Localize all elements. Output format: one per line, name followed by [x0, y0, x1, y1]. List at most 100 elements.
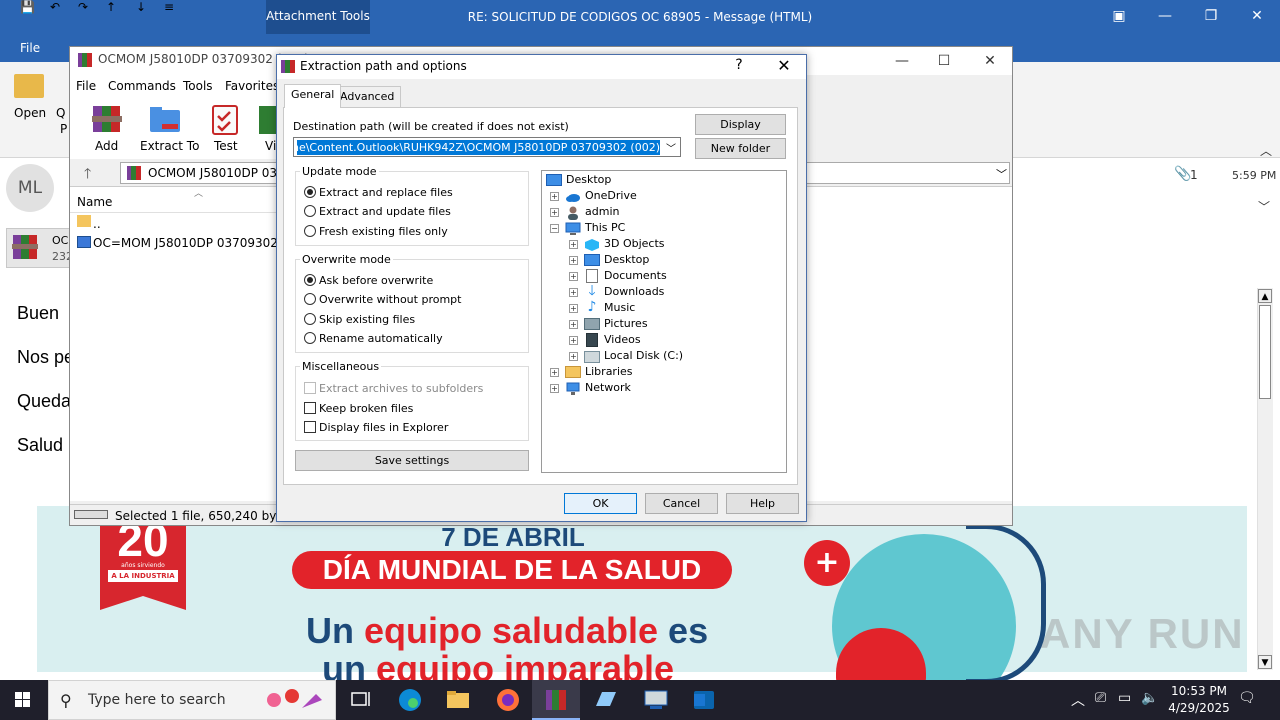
view-button-label[interactable]: Vi [265, 139, 276, 153]
customize-qat-icon[interactable]: ≡ [164, 0, 174, 14]
option-rename-auto[interactable]: Rename automatically [319, 332, 443, 345]
option-overwrite-no-prompt[interactable]: Overwrite without prompt [319, 293, 461, 306]
expand-documents-icon[interactable]: + [569, 272, 578, 281]
path-dropdown-chevron-icon[interactable]: ﹀ [996, 166, 1007, 182]
dialog-help-icon[interactable]: ? [729, 57, 749, 73]
network-tray-icon[interactable]: ▭ [1118, 690, 1131, 706]
winrar-menu-file[interactable]: File [76, 79, 96, 93]
ribbon-display-options-icon[interactable]: ▣ [1096, 0, 1142, 34]
column-header-name[interactable]: Name [77, 195, 112, 209]
tab-general[interactable]: General [284, 84, 342, 108]
tab-advanced[interactable]: Advanced [333, 86, 402, 107]
extract-to-folder-icon[interactable] [148, 102, 182, 136]
save-icon[interactable]: 💾 [20, 0, 35, 14]
tree-item-this-pc[interactable]: This PC [585, 221, 625, 234]
attachment-tools-tab[interactable]: Attachment Tools [266, 0, 370, 34]
notepad-icon[interactable] [582, 680, 630, 720]
expand-3d-objects-icon[interactable]: + [569, 240, 578, 249]
expand-downloads-icon[interactable]: + [569, 288, 578, 297]
volume-icon[interactable]: 🔈 [1141, 690, 1158, 706]
expand-videos-icon[interactable]: + [569, 336, 578, 345]
up-one-level-icon[interactable]: 🡑 [84, 163, 91, 187]
option-fresh-existing[interactable]: Fresh existing files only [319, 225, 448, 238]
dialog-close-button[interactable]: ✕ [772, 56, 796, 75]
add-archive-icon[interactable] [90, 102, 124, 136]
tree-item-downloads[interactable]: Downloads [604, 285, 664, 298]
ok-button[interactable]: OK [564, 493, 637, 514]
tree-item-pictures[interactable]: Pictures [604, 317, 648, 330]
outlook-taskbar-icon[interactable] [680, 680, 728, 720]
expand-admin-icon[interactable]: + [550, 208, 559, 217]
notifications-icon[interactable]: 🗨 [1238, 690, 1256, 706]
radio-fresh-existing[interactable] [304, 225, 316, 237]
destination-dropdown-chevron-icon[interactable]: ﹀ [666, 140, 676, 155]
option-display-in-explorer[interactable]: Display files in Explorer [319, 421, 448, 434]
tree-item-music[interactable]: Music [604, 301, 635, 314]
cancel-button[interactable]: Cancel [645, 493, 718, 514]
expand-music-icon[interactable]: + [569, 304, 578, 313]
firefox-icon[interactable] [484, 680, 532, 720]
up-arrow-icon[interactable]: ↑ [106, 0, 116, 14]
close-button[interactable]: ✕ [1234, 0, 1280, 34]
test-button-label[interactable]: Test [214, 139, 238, 153]
redo-icon[interactable]: ↷ [78, 0, 88, 14]
winrar-maximize-button[interactable]: ☐ [924, 50, 964, 72]
option-keep-broken[interactable]: Keep broken files [319, 402, 413, 415]
radio-rename-auto[interactable] [304, 332, 316, 344]
expand-onedrive-icon[interactable]: + [550, 192, 559, 201]
checkbox-keep-broken[interactable] [304, 402, 316, 414]
maximize-button[interactable]: ❐ [1188, 0, 1234, 34]
tree-item-documents[interactable]: Documents [604, 269, 667, 282]
expand-header-icon[interactable]: ﹀ [1258, 198, 1270, 215]
open-folder-icon[interactable] [14, 74, 44, 98]
expand-desktop-icon[interactable]: + [569, 256, 578, 265]
task-view-icon[interactable] [336, 680, 384, 720]
minimize-button[interactable]: — [1142, 0, 1188, 34]
meet-now-icon[interactable]: ⎚ [1095, 690, 1106, 706]
radio-ask-before-overwrite[interactable] [304, 274, 316, 286]
file-explorer-icon[interactable] [434, 680, 482, 720]
help-button[interactable]: Help [726, 493, 799, 514]
rdp-monitor-icon[interactable] [632, 680, 680, 720]
winrar-taskbar-icon[interactable] [532, 680, 580, 720]
collapse-ribbon-icon[interactable]: ︿ [1260, 142, 1272, 159]
destination-path-value[interactable]: C:\Users\admin\AppData\Local\Microsoft\W… [297, 140, 660, 155]
tree-item-admin[interactable]: admin [585, 205, 619, 218]
down-arrow-icon[interactable]: ↓ [136, 0, 146, 14]
radio-extract-replace[interactable] [304, 186, 316, 198]
winrar-minimize-button[interactable]: — [882, 50, 922, 72]
view-icon[interactable] [258, 102, 276, 136]
windows-start-icon[interactable] [0, 680, 46, 720]
option-extract-replace[interactable]: Extract and replace files [319, 186, 453, 199]
file-tab[interactable]: File [20, 41, 40, 55]
save-settings-button[interactable]: Save settings [295, 450, 529, 471]
tree-item-3d-objects[interactable]: 3D Objects [604, 237, 665, 250]
scroll-up-arrow-icon[interactable]: ▲ [1258, 289, 1272, 303]
extract-to-button-label[interactable]: Extract To [140, 139, 199, 153]
expand-network-icon[interactable]: + [550, 384, 559, 393]
radio-overwrite-no-prompt[interactable] [304, 293, 316, 305]
expand-local-disk-icon[interactable]: + [569, 352, 578, 361]
open-button-label[interactable]: Open [14, 106, 46, 120]
winrar-menu-commands[interactable]: Commands [108, 79, 176, 93]
search-placeholder[interactable]: Type here to search [88, 692, 226, 708]
winrar-close-button[interactable]: ✕ [970, 50, 1010, 72]
file-row-exe[interactable]: OC=MOM J58010DP 03709302.exe [93, 236, 303, 250]
tree-item-desktop[interactable]: Desktop [566, 173, 611, 186]
undo-icon[interactable]: ↶ [50, 0, 60, 14]
tree-item-pc-desktop[interactable]: Desktop [604, 253, 649, 266]
clock-time[interactable]: 10:53 PM [1162, 684, 1236, 698]
collapse-this-pc-icon[interactable]: − [550, 224, 559, 233]
expand-libraries-icon[interactable]: + [550, 368, 559, 377]
new-folder-button[interactable]: New folder [695, 138, 786, 159]
winrar-menu-tools[interactable]: Tools [183, 79, 213, 93]
winrar-menu-favorites[interactable]: Favorites [225, 79, 279, 93]
scrollbar-thumb[interactable] [1259, 305, 1271, 399]
quick-print-label[interactable]: Q [56, 106, 65, 120]
show-hidden-icons-chevron-icon[interactable]: ︿ [1071, 690, 1085, 710]
expand-pictures-icon[interactable]: + [569, 320, 578, 329]
option-extract-update[interactable]: Extract and update files [319, 205, 451, 218]
checkbox-display-in-explorer[interactable] [304, 421, 316, 433]
scroll-down-arrow-icon[interactable]: ▼ [1258, 655, 1272, 669]
test-clipboard-icon[interactable] [208, 102, 242, 136]
